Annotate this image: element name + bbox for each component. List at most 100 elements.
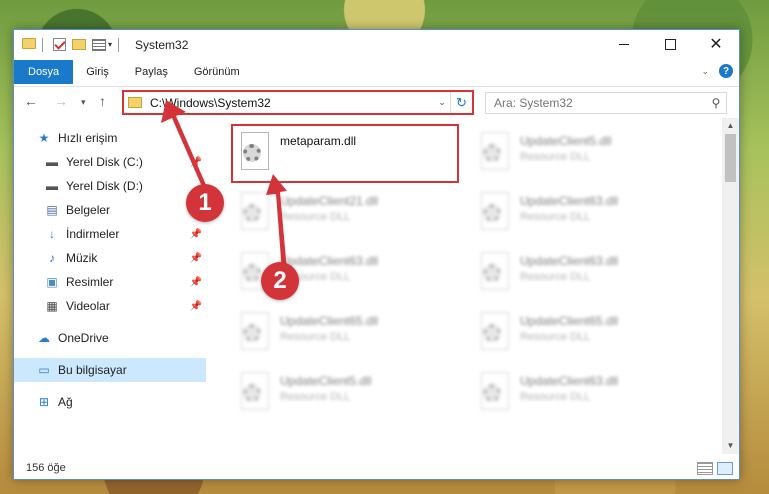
up-arrow-icon[interactable]: ↑ [99, 93, 106, 109]
file-type: Resource DLL [520, 211, 591, 223]
sidebar-item-onedrive[interactable]: ☁ OneDrive [14, 326, 206, 350]
sidebar-item-label: Yerel Disk (C:) [66, 155, 143, 169]
dll-file-icon [478, 192, 512, 232]
vertical-scrollbar[interactable]: ▲ ▼ [722, 118, 739, 454]
highlight-box-file [231, 124, 459, 183]
new-folder-icon[interactable] [72, 39, 86, 50]
file-type: Resource DLL [520, 331, 591, 343]
maximize-button[interactable] [647, 30, 693, 58]
download-icon: ↓ [49, 227, 55, 241]
separator [118, 37, 120, 52]
sidebar-item-network[interactable]: ⊞ Ağ [14, 390, 206, 414]
file-tile[interactable]: UpdateClient65.dll Resource DLL [472, 308, 702, 360]
file-tile[interactable]: UpdateClient65.dll Resource DLL [232, 308, 462, 360]
window-controls: ✕ [601, 30, 739, 58]
file-name: UpdateClient5.dll [520, 134, 612, 148]
tab-view[interactable]: Görünüm [181, 60, 253, 84]
sidebar-item-label: OneDrive [58, 331, 109, 345]
status-bar: 156 öğe [14, 457, 739, 479]
pictures-icon: ▣ [46, 275, 58, 289]
sidebar-item-label: Belgeler [66, 203, 111, 217]
pin-icon[interactable]: 📌 [190, 277, 202, 288]
step-badge-1: 1 [186, 184, 224, 222]
dll-file-icon [478, 252, 512, 292]
drive-icon: ▬ [46, 155, 58, 169]
sidebar-item-label: Videolar [66, 299, 110, 313]
search-icon[interactable]: ⚲ [706, 96, 726, 110]
folder-icon [128, 97, 142, 108]
navigation-pane: ★ Hızlı erişim ▬ Yerel Disk (C:) 📌 ▬ Yer… [14, 118, 206, 458]
separator [42, 37, 43, 52]
file-tile[interactable]: UpdateClient63.dll Resource DLL [472, 188, 702, 240]
expand-ribbon-icon[interactable]: ⌄ [701, 66, 709, 77]
sidebar-item-music[interactable]: ♪ Müzik 📌 [14, 246, 206, 270]
pin-icon[interactable]: 📌 [190, 253, 202, 264]
sidebar-item-videos[interactable]: ▦ Videolar 📌 [14, 294, 206, 318]
properties-check-icon[interactable] [53, 38, 66, 51]
ribbon-tabs: Dosya Giriş Paylaş Görünüm ⌄ ? [14, 59, 739, 84]
dll-file-icon [238, 192, 272, 232]
pin-icon[interactable]: 📌 [190, 229, 202, 240]
sidebar-item-this-pc[interactable]: ▭ Bu bilgisayar [14, 358, 206, 382]
sidebar-item-local-disk-c[interactable]: ▬ Yerel Disk (C:) 📌 [14, 150, 206, 174]
sidebar-item-label: Ağ [58, 395, 73, 409]
computer-icon: ▭ [38, 363, 50, 377]
recent-locations-icon[interactable]: ▾ [81, 97, 86, 108]
sidebar-item-pictures[interactable]: ▣ Resimler 📌 [14, 270, 206, 294]
file-tile[interactable]: UpdateClient5.dll Resource DLL [232, 368, 462, 420]
sidebar-item-local-disk-d[interactable]: ▬ Yerel Disk (D:) [14, 174, 206, 198]
tab-file[interactable]: Dosya [14, 60, 74, 84]
minimize-button[interactable] [601, 30, 647, 58]
sidebar-item-documents[interactable]: ▤ Belgeler 📌 [14, 198, 206, 222]
address-bar[interactable]: C:\Windows\System32 ⌄ ↻ [122, 90, 474, 115]
file-type: Resource DLL [280, 211, 351, 223]
help-icon[interactable]: ? [719, 64, 733, 78]
address-dropdown-icon[interactable]: ⌄ [434, 97, 450, 108]
tab-home[interactable]: Giriş [73, 60, 122, 84]
videos-icon: ▦ [46, 299, 58, 313]
file-type: Resource DLL [520, 391, 591, 403]
file-tile[interactable]: UpdateClient21.dll Resource DLL [232, 188, 462, 240]
forward-arrow-icon[interactable]: → [54, 93, 68, 109]
dll-file-icon [238, 372, 272, 412]
search-box[interactable]: ⚲ [485, 92, 727, 114]
file-name: UpdateClient63.dll [280, 254, 379, 268]
file-name: UpdateClient65.dll [280, 314, 379, 328]
file-type: Resource DLL [520, 151, 591, 163]
sidebar-item-downloads[interactable]: ↓ İndirmeler 📌 [14, 222, 206, 246]
folder-icon [22, 37, 36, 52]
file-name: UpdateClient5.dll [280, 374, 372, 388]
quick-access-props-icon[interactable] [92, 38, 106, 51]
tiles-view-icon[interactable] [717, 461, 733, 475]
chevron-down-icon[interactable]: ▾ [108, 40, 112, 49]
scroll-thumb[interactable] [725, 134, 736, 182]
cloud-icon: ☁ [38, 331, 50, 345]
dll-file-icon [238, 312, 272, 352]
scroll-up-icon[interactable]: ▲ [722, 118, 739, 134]
close-button[interactable]: ✕ [693, 30, 739, 58]
music-icon: ♪ [49, 251, 55, 265]
search-input[interactable] [486, 96, 706, 110]
refresh-icon[interactable]: ↻ [450, 92, 472, 113]
tab-share[interactable]: Paylaş [122, 60, 181, 84]
sidebar-item-label: Bu bilgisayar [58, 363, 127, 377]
star-icon: ★ [38, 131, 50, 145]
window-title: System32 [135, 37, 189, 52]
network-icon: ⊞ [38, 395, 50, 409]
dll-file-icon [478, 132, 512, 172]
back-arrow-icon[interactable]: ← [24, 93, 38, 109]
file-tile[interactable]: UpdateClient5.dll Resource DLL [472, 128, 702, 180]
pin-icon[interactable]: 📌 [190, 157, 202, 168]
pin-icon[interactable]: 📌 [190, 301, 202, 312]
sidebar-item-quick-access[interactable]: ★ Hızlı erişim [14, 126, 206, 150]
ribbon-right: ⌄ ? [701, 64, 733, 78]
file-tile[interactable]: UpdateClient63.dll Resource DLL [472, 248, 702, 300]
address-path[interactable]: C:\Windows\System32 [150, 96, 434, 110]
step-badge-2: 2 [261, 262, 299, 300]
file-tile[interactable]: UpdateClient63.dll Resource DLL [472, 368, 702, 420]
details-view-icon[interactable] [697, 461, 713, 475]
scroll-down-icon[interactable]: ▼ [722, 438, 739, 454]
sidebar-item-label: Yerel Disk (D:) [66, 179, 143, 193]
file-name: UpdateClient21.dll [280, 194, 379, 208]
title-bar[interactable]: ▾ System32 ✕ [14, 30, 739, 59]
